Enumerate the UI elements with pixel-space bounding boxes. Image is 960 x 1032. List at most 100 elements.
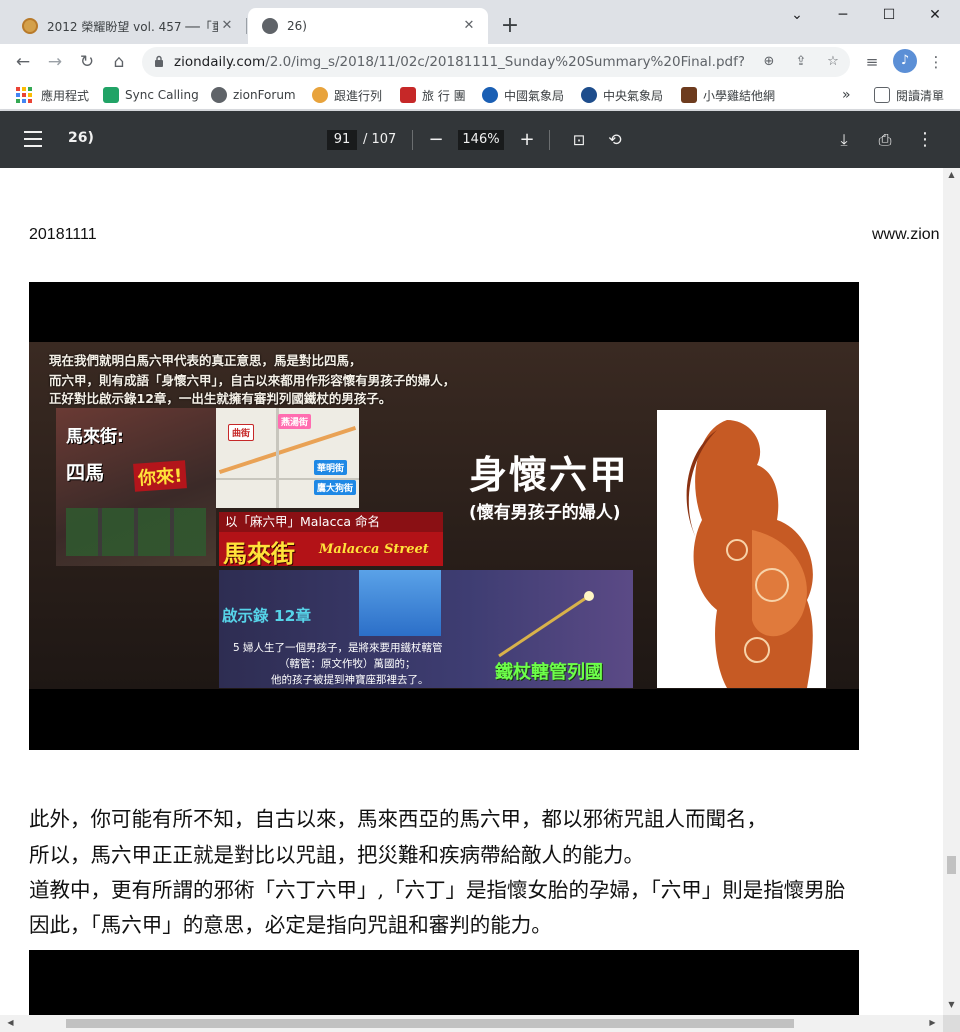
url-text: ziondaily.com/2.0/img_s/2018/11/02c/2018… — [174, 54, 744, 70]
page-number-input[interactable]: 91 — [327, 130, 357, 150]
zoom-out-button[interactable]: − — [422, 126, 450, 154]
minimize-button[interactable]: ─ — [820, 0, 866, 32]
tab-close-icon[interactable]: ✕ — [218, 17, 236, 35]
revelation-heading: 啟示錄 12章 — [222, 607, 311, 625]
vertical-scroll-thumb[interactable] — [947, 856, 956, 874]
tab-title: 2012 榮耀盼望 vol. 457 ──「重 — [47, 19, 218, 34]
maximize-button[interactable]: ☐ — [866, 0, 912, 32]
profile-avatar[interactable]: ♪ — [893, 49, 917, 73]
scroll-down-icon[interactable]: ▼ — [943, 1000, 960, 1009]
forward-button[interactable]: → — [41, 48, 69, 76]
slide-big-title: 身懷六甲 — [469, 453, 630, 497]
bookmarks-overflow-button[interactable]: » — [842, 86, 851, 104]
china-weather-icon — [482, 87, 498, 103]
apps-grid-icon — [16, 87, 32, 103]
body-paragraph-line: 此外，你可能有所不知，自古以來，馬來西亞的馬六甲，都以邪術咒詛人而聞名， — [29, 807, 767, 831]
page-header-date: 20181111 — [29, 226, 97, 243]
page-total: / 107 — [363, 132, 397, 147]
toolbar-divider — [549, 130, 550, 150]
new-tab-button[interactable]: + — [497, 14, 523, 40]
reading-list-button[interactable]: 閱讀清單 — [874, 86, 944, 104]
tab-close-icon[interactable]: ✕ — [460, 17, 478, 35]
malacca-street-en: Malacca Street — [319, 542, 429, 557]
bookmark-guitar-site[interactable]: 小學雞結他網 — [681, 86, 775, 104]
zoom-in-button[interactable]: + — [513, 126, 541, 154]
slide-text-line: 正好對比啟示錄12章，一出生就擁有審判列國鐵杖的男孩子。 — [49, 391, 392, 406]
malacca-name-label: 以「麻六甲」Malacca 命名 — [219, 512, 443, 532]
revelation-verse: 他的孩子被提到神寶座那裡去了。 — [271, 674, 429, 686]
page-header-site: www.zion — [872, 226, 940, 243]
menu-kebab-icon[interactable]: ⋮ — [922, 48, 950, 76]
hamburger-menu-icon[interactable] — [24, 131, 44, 147]
tab-strip: 2012 榮耀盼望 vol. 457 ──「重 ✕ 26) ✕ + ⌄ ─ ☐ … — [0, 0, 960, 44]
scroll-left-icon[interactable]: ◀ — [2, 1018, 19, 1027]
horizontal-scroll-thumb[interactable] — [66, 1019, 794, 1028]
map-tag: 曲街 — [228, 424, 255, 441]
share-icon[interactable]: ⇪ — [790, 51, 812, 73]
tour-icon — [400, 87, 416, 103]
print-icon[interactable]: ⎙ — [871, 126, 899, 154]
follow-queue-icon — [312, 87, 328, 103]
pdf-toolbar: 26) 91 / 107 − 146% + ⊡ ⟲ ⤓ ⎙ ⋮ — [0, 111, 960, 168]
map-tag: 燕湯街 — [278, 414, 312, 429]
revelation-verse: （轄管：原文作牧）萬國的； — [279, 658, 416, 670]
slide-text-line: 而六甲，則有成語「身懷六甲」，自古以來都用作形容懷有男孩子的婦人， — [49, 373, 456, 388]
slide-text-line: 現在我們就明白馬六甲代表的真正意思，馬是對比四馬， — [49, 353, 362, 368]
malacca-street-cn: 馬來街 — [223, 540, 295, 568]
pdf-page: 20181111 www.zion 現在我們就明白馬六甲代表的真正意思，馬是對比… — [0, 168, 943, 1015]
pdf-viewer[interactable]: 20181111 www.zion 現在我們就明白馬六甲代表的真正意思，馬是對比… — [0, 168, 943, 1015]
tab-1[interactable]: 2012 榮耀盼望 vol. 457 ──「重 ✕ — [8, 8, 246, 44]
bookmark-zionforum[interactable]: zionForum — [211, 86, 296, 104]
reload-button[interactable]: ↻ — [73, 48, 101, 76]
bookmark-apps[interactable]: 應用程式 — [16, 86, 89, 104]
rotate-icon[interactable]: ⟲ — [601, 126, 629, 154]
revelation-panel: 啟示錄 12章 5 婦人生了一個男孩子，是將來要用鐵杖轄管 （轄管：原文作牧）萬… — [219, 570, 633, 688]
slide-content: 現在我們就明白馬六甲代表的真正意思，馬是對比四馬， 而六甲，則有成語「身懷六甲」… — [29, 342, 859, 689]
bookmark-sync-calling[interactable]: Sync Calling — [103, 86, 199, 104]
download-icon[interactable]: ⤓ — [830, 126, 858, 154]
street-map: 曲街 燕湯街 華明街 鷹大狗街 — [216, 408, 359, 508]
tab-title: 26) — [287, 19, 307, 33]
tab-2-active[interactable]: 26) ✕ — [248, 8, 488, 44]
globe-icon — [262, 18, 278, 34]
back-button[interactable]: ← — [9, 48, 37, 76]
scrollbar-corner — [943, 1015, 960, 1032]
slide-image: 現在我們就明白馬六甲代表的真正意思，馬是對比四馬， 而六甲，則有成語「身懷六甲」… — [29, 282, 859, 750]
media-control-icon[interactable]: ≡ — [858, 48, 886, 76]
map-tag: 華明街 — [314, 460, 348, 475]
baby-hands-image — [359, 570, 441, 636]
zoom-icon[interactable]: ⊕ — [758, 51, 780, 73]
malay-street-photo: 馬來街: 四馬 你來! — [56, 408, 216, 566]
close-window-button[interactable]: ✕ — [912, 0, 958, 32]
bookmark-central-weather[interactable]: 中央氣象局 — [581, 86, 663, 104]
map-tag: 鷹大狗街 — [314, 480, 357, 495]
revelation-verse: 5 婦人生了一個男孩子，是將來要用鐵杖轄管 — [233, 642, 443, 654]
scroll-up-icon[interactable]: ▲ — [943, 170, 960, 179]
bookmark-china-weather[interactable]: 中國氣象局 — [482, 86, 564, 104]
lock-icon — [155, 55, 163, 67]
star-icon[interactable]: ☆ — [822, 51, 844, 73]
tab-search-button[interactable]: ⌄ — [774, 0, 820, 32]
scroll-right-icon[interactable]: ▶ — [924, 1018, 941, 1027]
more-actions-icon[interactable]: ⋮ — [911, 126, 939, 154]
nilai-sign: 你來! — [133, 460, 188, 492]
central-weather-icon — [581, 87, 597, 103]
fit-page-icon[interactable]: ⊡ — [565, 126, 593, 154]
home-button[interactable]: ⌂ — [105, 48, 133, 76]
iron-rod-text: 鐵杖轄管列國 — [495, 662, 603, 683]
globe-icon — [211, 87, 227, 103]
tab-divider — [246, 18, 247, 34]
body-paragraph-line: 道教中，更有所謂的邪術「六丁六甲」,「六丁」是指懷女胎的孕婦，「六甲」則是指懷男… — [29, 878, 846, 902]
bookmark-follow-queue[interactable]: 跟進行列 — [312, 86, 382, 104]
zoom-input[interactable]: 146% — [458, 130, 504, 150]
bookmark-tour[interactable]: 旅 行 團 — [400, 86, 466, 104]
pregnant-woman-illustration — [657, 410, 826, 688]
address-bar[interactable]: ziondaily.com/2.0/img_s/2018/11/02c/2018… — [142, 47, 850, 77]
street-title: 馬來街: — [66, 427, 124, 447]
vertical-scrollbar[interactable]: ▲ ▼ — [943, 168, 960, 1015]
horizontal-scrollbar[interactable]: ◀ ▶ — [0, 1015, 943, 1032]
street-signs-graphic — [66, 508, 206, 556]
body-paragraph-line: 因此，「馬六甲」的意思，必定是指向咒詛和審判的能力。 — [29, 913, 552, 937]
browser-toolbar: ← → ↻ ⌂ ziondaily.com/2.0/img_s/2018/11/… — [0, 44, 960, 80]
body-paragraph-line: 所以，馬六甲正正就是對比以咒詛，把災難和疾病帶給敵人的能力。 — [29, 843, 644, 867]
